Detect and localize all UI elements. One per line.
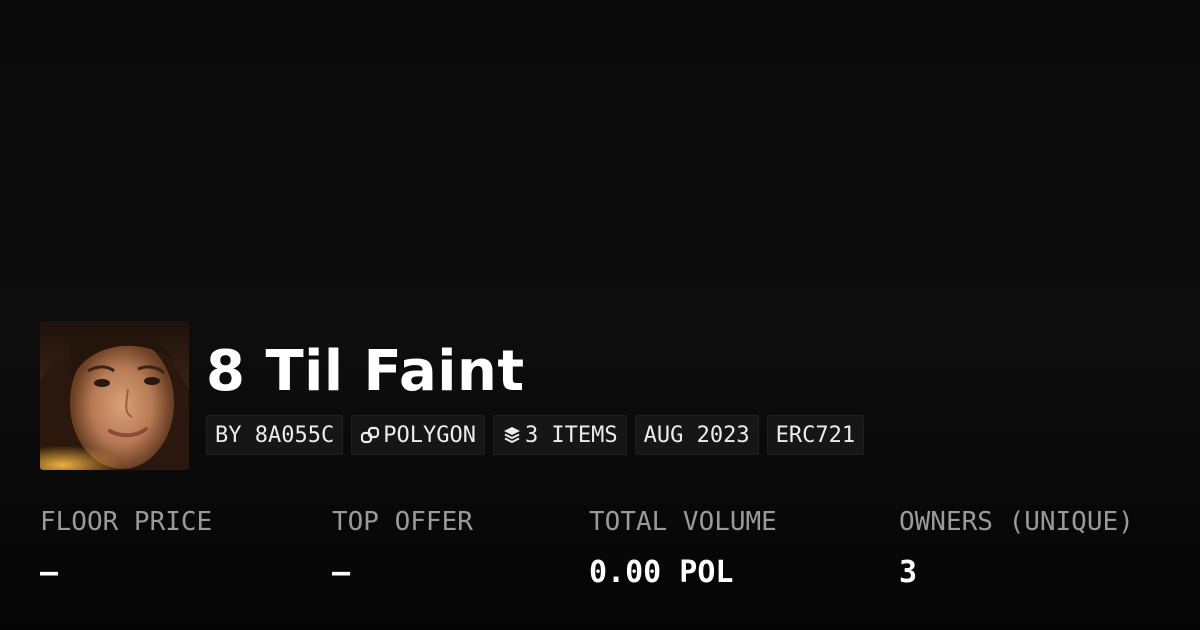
- standard-badge-label: ERC721: [775, 422, 856, 448]
- top-offer-label: TOP OFFER: [332, 507, 473, 537]
- creator-badge-label: BY 8A055C: [215, 422, 335, 448]
- polygon-link-icon: [360, 425, 380, 445]
- collection-badges: BY 8A055C POLYGON 3 ITEMS AUG 2023 ERC72…: [206, 415, 865, 455]
- date-badge: AUG 2023: [634, 415, 759, 455]
- items-badge[interactable]: 3 ITEMS: [492, 415, 627, 455]
- collection-avatar: [40, 321, 189, 470]
- chain-badge-label: POLYGON: [383, 422, 476, 448]
- owners-value: 3: [899, 555, 918, 590]
- total-volume-value: 0.00 POL: [589, 555, 734, 590]
- items-badge-label: 3 ITEMS: [524, 422, 618, 448]
- floor-price-value: –: [40, 555, 59, 590]
- layers-icon: [502, 425, 522, 445]
- total-volume-stat: TOTAL VOLUME 0.00 POL: [589, 505, 777, 591]
- collection-title: 8 Til Faint: [206, 339, 525, 404]
- owners-label: OWNERS (UNIQUE): [899, 507, 1134, 537]
- avatar-portrait-image: [40, 321, 189, 470]
- date-badge-label: AUG 2023: [643, 422, 750, 448]
- chain-badge[interactable]: POLYGON: [351, 415, 485, 455]
- standard-badge: ERC721: [766, 415, 865, 455]
- top-offer-stat: TOP OFFER –: [332, 505, 473, 591]
- floor-price-stat: FLOOR PRICE –: [40, 505, 212, 591]
- floor-price-label: FLOOR PRICE: [40, 507, 213, 537]
- creator-badge[interactable]: BY 8A055C: [206, 415, 344, 455]
- top-offer-value: –: [332, 555, 351, 590]
- owners-stat: OWNERS (UNIQUE) 3: [899, 505, 1134, 591]
- total-volume-label: TOTAL VOLUME: [589, 507, 777, 537]
